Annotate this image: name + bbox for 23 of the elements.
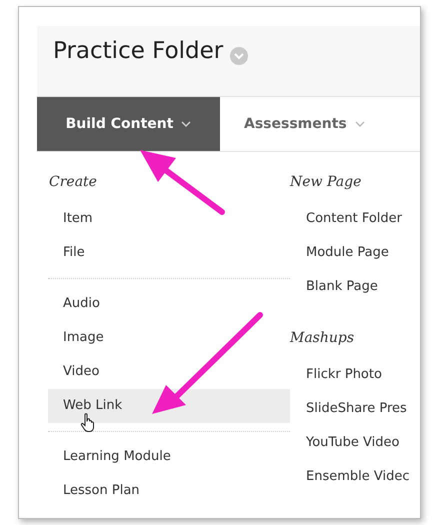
menu-item[interactable]: Lesson Plan [48, 474, 290, 508]
menu-item[interactable]: SlideShare Pres [290, 392, 420, 426]
menu-item[interactable]: YouTube Video [290, 426, 420, 460]
menu-item[interactable]: Module Page [290, 236, 420, 270]
menu-tab[interactable]: Build Content [37, 97, 220, 151]
menu-item[interactable]: Learning Module [48, 440, 290, 474]
menu-item[interactable]: Video [48, 355, 290, 389]
menu-heading: Mashups [290, 329, 356, 348]
chevron-down-icon [181, 121, 192, 127]
page-title: Practice Folder [53, 38, 224, 64]
menu-heading: Create [48, 173, 98, 192]
menu-item[interactable]: Ensemble Videc [290, 460, 420, 494]
menu-item[interactable]: Audio [48, 287, 290, 321]
menu-item[interactable]: Content Folder [290, 202, 420, 236]
menu-item[interactable]: Item [48, 202, 290, 236]
menu-heading: New Page [290, 173, 362, 192]
chevron-down-icon[interactable] [229, 46, 250, 66]
menu-item[interactable]: File [48, 236, 290, 270]
chevron-down-icon [354, 121, 365, 127]
menu-item[interactable]: Flickr Photo [290, 358, 420, 392]
menu-item[interactable]: Image [48, 321, 290, 355]
hand-cursor-icon [80, 413, 96, 433]
menu-item[interactable]: Blank Page [290, 270, 420, 304]
